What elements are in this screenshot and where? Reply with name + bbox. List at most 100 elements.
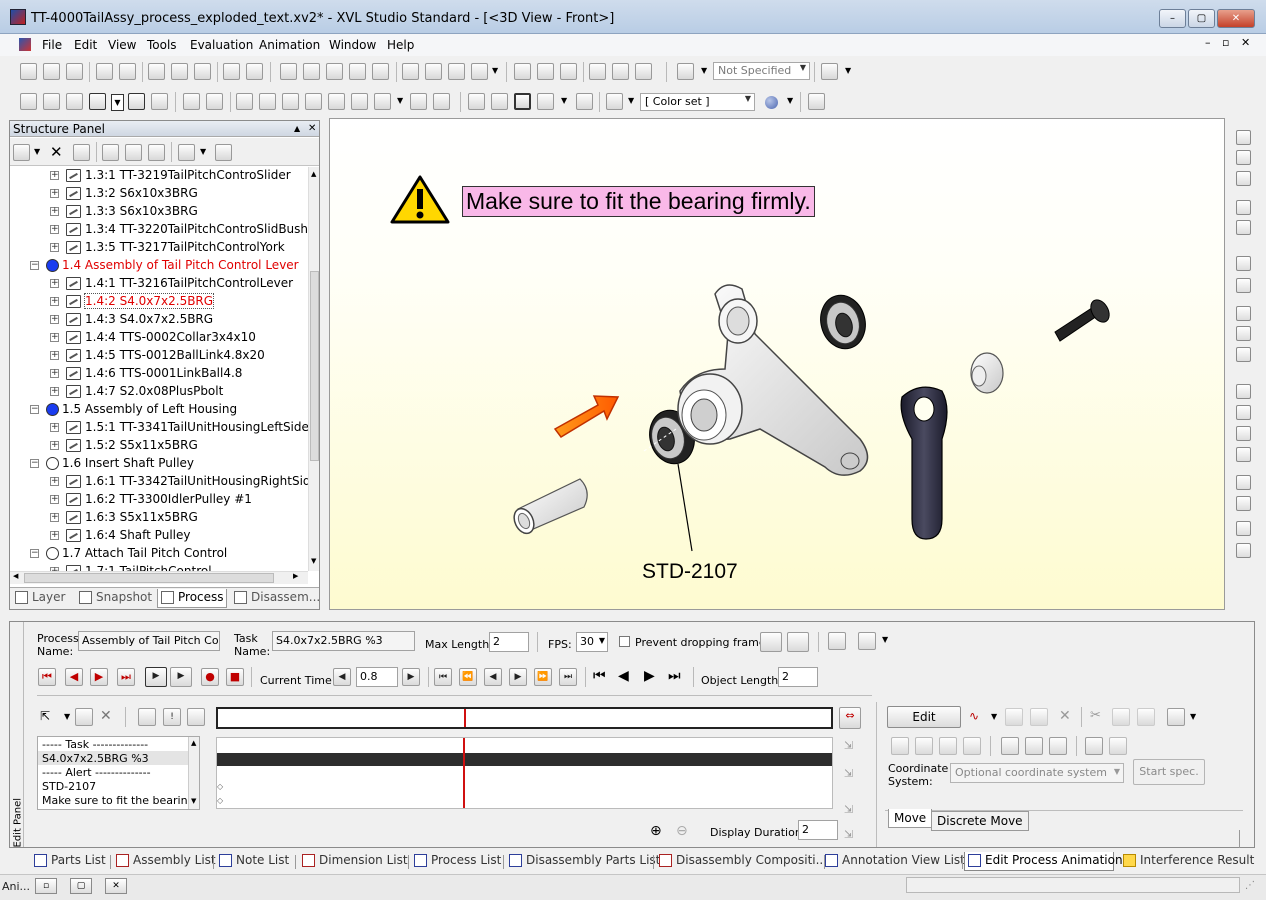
next-key-icon[interactable]: ⏩	[534, 668, 552, 686]
track-tool-icon[interactable]: ⇲	[844, 739, 860, 755]
image-icon[interactable]	[151, 93, 168, 110]
tree-step-row[interactable]: − 1.7 Attach Tail Pitch Control	[10, 545, 308, 563]
list-item[interactable]: ----- Alert --------------	[42, 766, 151, 779]
chevron-down-icon[interactable]: ▼	[787, 96, 793, 105]
expand-icon[interactable]: +	[50, 171, 59, 180]
new-file-icon[interactable]	[20, 63, 37, 80]
expand-icon[interactable]: +	[50, 297, 59, 306]
save-icon[interactable]	[66, 63, 83, 80]
wireframe-icon[interactable]	[468, 93, 485, 110]
tree-part-row[interactable]: +1.4:4 TTS-0002Collar3x4x10	[10, 329, 308, 347]
list-item[interactable]: ----- Task --------------	[42, 738, 148, 751]
delete-icon[interactable]: ✕	[50, 143, 63, 161]
tree-part-row[interactable]: +1.6:3 S5x11x5BRG	[10, 509, 308, 527]
curve-icon[interactable]: ∿	[969, 709, 979, 723]
task-alert-list[interactable]: ----- Task -------------- S4.0x7x2.5BRG …	[37, 736, 200, 810]
max-length-field[interactable]: 2	[489, 632, 529, 652]
go-last-icon[interactable]: ⏭	[117, 668, 135, 686]
tab-disassembly[interactable]: Disassem...	[231, 589, 320, 608]
tree-horizontal-scrollbar[interactable]: ◀ ▶	[10, 571, 308, 584]
apply-icon[interactable]	[787, 632, 809, 652]
chevron-down-icon[interactable]: ▼	[628, 96, 634, 105]
scroll-down-icon[interactable]: ▼	[311, 557, 316, 565]
object-length-field[interactable]: 2	[778, 667, 818, 687]
tab-process-list[interactable]: Process List	[411, 852, 504, 871]
collapse-icon[interactable]: −	[30, 549, 39, 558]
tree-part-row[interactable]: +1.5:1 TT-3341TailUnitHousingLeftSide	[10, 419, 308, 437]
forward-play-icon[interactable]: ▶	[644, 668, 655, 684]
angle-icon[interactable]	[433, 93, 450, 110]
go-end-icon[interactable]: ⏭	[668, 668, 681, 684]
chevron-down-icon[interactable]: ▼	[845, 66, 851, 75]
undo-icon[interactable]	[1236, 200, 1251, 215]
zoom-box-icon[interactable]	[349, 63, 366, 80]
scroll-right-icon[interactable]: ▶	[293, 572, 298, 580]
chevron-down-icon[interactable]: ▼	[882, 635, 888, 644]
expand-icon[interactable]: +	[50, 423, 59, 432]
crop-icon[interactable]	[1236, 543, 1251, 558]
tree-part-row[interactable]: +1.6:2 TT-3300IdlerPulley #1	[10, 491, 308, 509]
tree-part-row[interactable]: +1.4:2 S4.0x7x2.5BRG	[10, 293, 308, 311]
expand-icon[interactable]: +	[50, 243, 59, 252]
chevron-down-icon[interactable]: ▼	[111, 94, 124, 111]
scroll-down-icon[interactable]: ▼	[191, 797, 196, 805]
process-name-field[interactable]: Assembly of Tail Pitch Contro	[78, 631, 220, 651]
spec-combo[interactable]: Not Specified ▼	[713, 62, 810, 80]
camera-icon[interactable]	[760, 632, 782, 652]
tree-part-row[interactable]: +1.4:3 S4.0x7x2.5BRG	[10, 311, 308, 329]
reverse-play-icon[interactable]: ◀	[618, 668, 629, 684]
edit-button[interactable]: Edit	[887, 706, 961, 728]
pan-hand-icon[interactable]	[1236, 384, 1251, 399]
marker-green-icon[interactable]	[537, 63, 554, 80]
pin-icon[interactable]: ▲	[294, 121, 300, 137]
zoom-icon[interactable]	[326, 63, 343, 80]
key-marker[interactable]: ◇	[217, 796, 223, 805]
zoom-icon[interactable]	[1236, 426, 1251, 441]
tab-disassembly-parts-list[interactable]: Disassembly Parts List	[506, 852, 660, 871]
track-tool-icon[interactable]: ⇲	[844, 803, 860, 819]
color-set-combo[interactable]: [ Color set ] ▼	[640, 93, 755, 111]
step-back-icon[interactable]: ◀	[65, 668, 83, 686]
tree-part-row[interactable]: +1.4:5 TTS-0012BallLink4.8x20	[10, 347, 308, 365]
fps-select[interactable]: 30 ▼	[576, 632, 608, 652]
save-icon[interactable]	[1236, 150, 1251, 165]
shaded-edges-icon[interactable]	[514, 93, 531, 110]
tree-part-row[interactable]: +1.4:7 S2.0x08PlusPbolt	[10, 383, 308, 401]
tab-layer[interactable]: Layer	[12, 589, 72, 608]
view-left-icon[interactable]	[282, 93, 299, 110]
play-all-icon[interactable]: ▶	[170, 667, 192, 687]
start-spec-button[interactable]: Start spec.	[1133, 759, 1205, 785]
chevron-down-icon[interactable]: ▼	[492, 66, 498, 75]
expand-icon[interactable]: +	[50, 531, 59, 540]
current-time-field[interactable]: 0.8	[356, 667, 398, 687]
task-list-scrollbar[interactable]: ▲ ▼	[188, 737, 199, 809]
shaded-icon[interactable]	[491, 93, 508, 110]
crop-icon[interactable]	[589, 63, 606, 80]
mdi-close-button[interactable]: ✕	[1241, 36, 1250, 49]
expand-icon[interactable]: +	[50, 315, 59, 324]
minimized-close-button[interactable]: ✕	[105, 878, 127, 894]
print-icon[interactable]	[96, 63, 113, 80]
select-icon[interactable]	[425, 63, 442, 80]
structure-view-icon[interactable]	[20, 93, 37, 110]
list-item[interactable]: STD-2107	[42, 780, 96, 793]
camera-position-icon[interactable]	[1001, 737, 1019, 755]
minimized-maximize-button[interactable]: ▢	[70, 878, 92, 894]
add-note-icon[interactable]	[1236, 326, 1251, 341]
center-icon[interactable]	[576, 93, 593, 110]
fit-view-icon[interactable]	[1236, 475, 1251, 490]
list-item[interactable]: Make sure to fit the bearing...	[42, 794, 199, 807]
prev-frame-icon[interactable]: ◀	[484, 668, 502, 686]
zoom-box-icon[interactable]	[1236, 447, 1251, 462]
resize-grip-icon[interactable]: ⋰	[1245, 880, 1255, 891]
expand-icon[interactable]: +	[50, 387, 59, 396]
task-track-bar[interactable]	[217, 753, 832, 766]
expand-icon[interactable]: +	[50, 351, 59, 360]
play-mode-icon[interactable]: ▶	[145, 667, 167, 687]
transform-4-icon[interactable]	[963, 737, 981, 755]
chevron-down-icon[interactable]: ▼	[64, 712, 70, 721]
timeline-marker-icon[interactable]: ⇔	[839, 707, 861, 729]
duplicate-icon[interactable]	[1030, 708, 1048, 726]
select-icon[interactable]	[1236, 496, 1251, 511]
tree-vertical-scrollbar[interactable]: ▲ ▼	[308, 167, 319, 571]
